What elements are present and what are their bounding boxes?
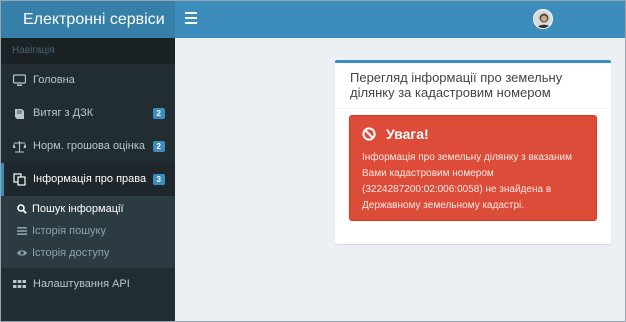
sidebar-submenu: Пошук інформації Історія пошуку Історія … (1, 196, 175, 268)
submenu-item-label: Історія пошуку (32, 225, 106, 237)
submenu-item-search[interactable]: Пошук інформації (1, 198, 175, 220)
sidebar-heading: Навігація (1, 38, 175, 64)
sidebar-item-home[interactable]: Головна (1, 64, 175, 97)
submenu-item-search-history[interactable]: Історія пошуку (1, 220, 175, 242)
submenu-item-label: Пошук інформації (32, 203, 124, 215)
sidebar-item-label: Норм. грошова оцінка (33, 140, 146, 152)
land-info-panel: Перегляд інформації про земельну ділянку… (335, 60, 611, 244)
list-icon (17, 227, 27, 235)
search-icon (17, 204, 27, 214)
sidebar-item-valuation[interactable]: Норм. грошова оцінка 2 (1, 130, 175, 163)
count-badge: 2 (152, 141, 165, 152)
user-avatar[interactable] (533, 9, 553, 29)
sidebar: Навігація Головна Витяг з ДЗК 2 Норм. гр… (1, 38, 175, 321)
brand-logo[interactable]: Електронні сервіси (1, 1, 175, 38)
alert-heading: Увага! (362, 125, 429, 143)
sidebar-item-label: Інформація про права (33, 173, 147, 185)
sidebar-toggle-icon[interactable] (185, 12, 197, 26)
alert-message: Інформація про земельну ділянку з вказан… (362, 152, 572, 211)
desktop-icon (13, 74, 26, 86)
sidebar-item-rights-info[interactable]: Інформація про права 3 (1, 163, 175, 196)
sidebar-item-api-settings[interactable]: Налаштування API (1, 268, 175, 301)
balance-scale-icon (13, 141, 26, 153)
sidebar-item-label: Налаштування API (33, 278, 130, 290)
book-icon (15, 109, 24, 119)
panel-title: Перегляд інформації про земельну ділянку… (335, 63, 611, 109)
eye-icon (17, 250, 27, 256)
count-badge: 3 (152, 174, 165, 185)
copy-icon (13, 173, 26, 186)
error-alert: Увага! Інформація про земельну ділянку з… (349, 115, 597, 221)
ban-icon (362, 127, 376, 141)
app-frame: Електронні сервіси Навігація Головна Вит… (0, 0, 626, 322)
submenu-item-access-history[interactable]: Історія доступу (1, 242, 175, 264)
submenu-item-label: Історія доступу (32, 247, 110, 259)
sidebar-item-extract[interactable]: Витяг з ДЗК 2 (1, 97, 175, 130)
count-badge: 2 (152, 108, 165, 119)
sidebar-item-label: Витяг з ДЗК (33, 107, 94, 119)
grid-icon (13, 280, 26, 288)
top-navbar: Електронні сервіси (1, 1, 625, 38)
sidebar-item-label: Головна (33, 74, 75, 86)
